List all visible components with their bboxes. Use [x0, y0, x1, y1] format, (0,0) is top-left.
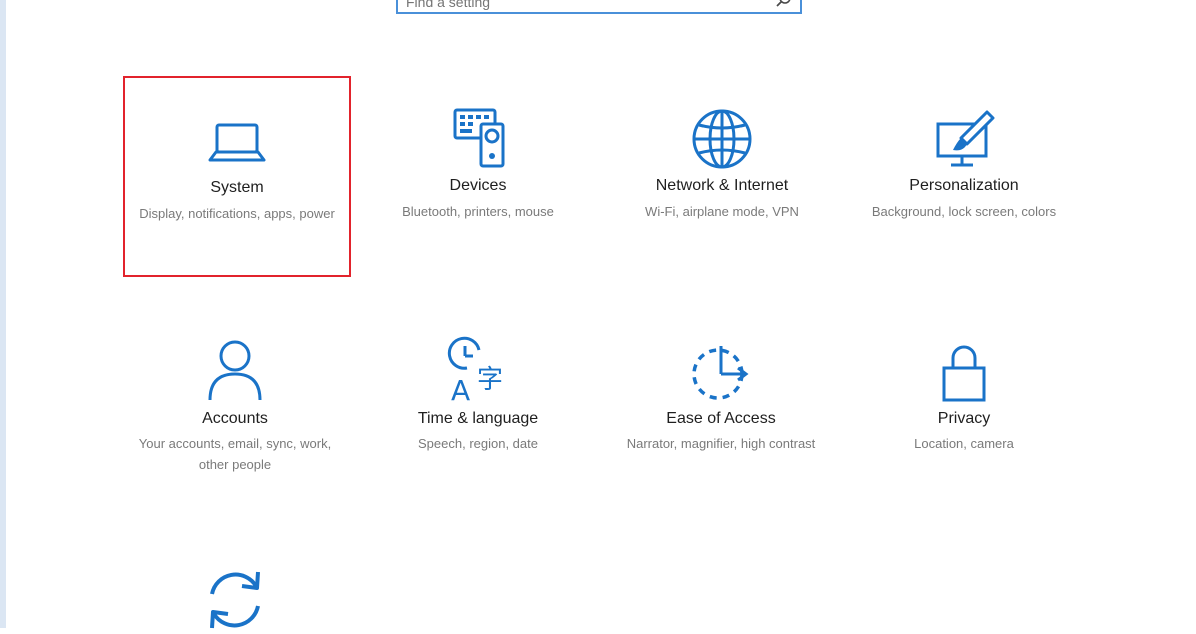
tile-time-language[interactable]: A 字 Time & language Speech, region, date — [365, 308, 591, 508]
tile-description: Location, camera — [914, 436, 1014, 451]
laptop-icon — [202, 108, 272, 178]
tile-ease-of-access[interactable]: Ease of Access Narrator, magnifier, high… — [608, 308, 834, 508]
tile-description: Display, notifications, apps, power — [139, 206, 335, 221]
tile-system[interactable]: System Display, notifications, apps, pow… — [123, 76, 351, 277]
search-icon[interactable] — [776, 0, 792, 10]
tile-name: Network & Internet — [655, 177, 789, 194]
lock-icon — [929, 338, 999, 408]
tile-name: Ease of Access — [666, 410, 776, 427]
tile-devices[interactable]: Devices Bluetooth, printers, mouse — [365, 76, 591, 276]
devices-icon — [443, 104, 513, 174]
tile-accounts[interactable]: Accounts Your accounts, email, sync, wor… — [122, 308, 348, 508]
tile-name: Privacy — [937, 410, 991, 427]
tile-description: Narrator, magnifier, high contrast — [626, 436, 816, 451]
search-input[interactable] — [406, 0, 766, 12]
tile-network-internet[interactable]: Network & Internet Wi-Fi, airplane mode,… — [609, 76, 835, 276]
tile-name: System — [210, 179, 264, 196]
search-box[interactable] — [396, 0, 802, 14]
tile-name: Devices — [449, 177, 507, 194]
tile-privacy[interactable]: Privacy Location, camera — [851, 308, 1077, 508]
tile-update-security[interactable] — [122, 540, 348, 629]
globe-icon — [687, 104, 757, 174]
tile-name: Personalization — [909, 177, 1019, 194]
person-icon — [200, 336, 270, 406]
tile-description: Bluetooth, printers, mouse — [402, 204, 554, 219]
ease-of-access-icon — [686, 338, 756, 408]
tile-description: Wi-Fi, airplane mode, VPN — [645, 204, 799, 219]
tile-description: Background, lock screen, colors — [871, 204, 1057, 219]
tile-description: Speech, region, date — [418, 436, 538, 451]
svg-text:字: 字 — [477, 365, 503, 395]
clock-language-icon: A 字 — [443, 336, 513, 406]
svg-text:A: A — [451, 374, 470, 406]
tile-description: Your accounts, email, sync, work, other … — [138, 436, 332, 472]
update-sync-icon — [200, 564, 270, 634]
window-left-edge — [0, 0, 6, 628]
tile-name: Time & language — [417, 410, 539, 427]
paintbrush-icon — [929, 106, 999, 176]
tile-personalization[interactable]: Personalization Background, lock screen,… — [851, 76, 1077, 276]
tile-name: Accounts — [202, 410, 268, 427]
